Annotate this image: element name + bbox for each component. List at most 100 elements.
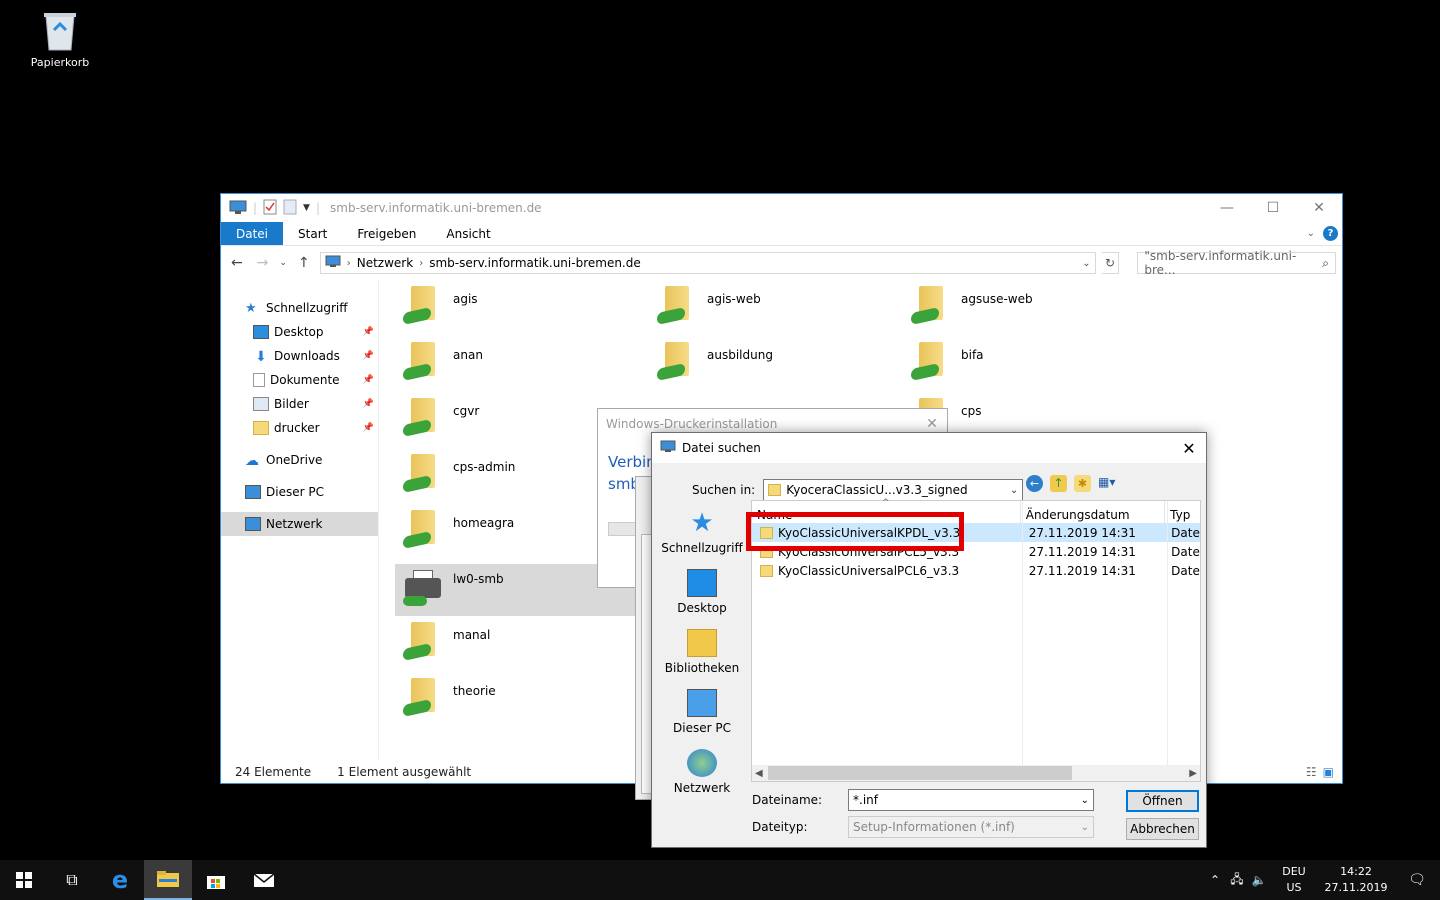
scroll-left-icon[interactable]: ◀ [755, 768, 763, 779]
row-date: 27.11.2019 14:31 [1028, 544, 1136, 559]
window-title: smb-serv.informatik.uni-bremen.de [330, 201, 542, 215]
up-button[interactable]: ↑ [294, 255, 314, 271]
language-code: DEU [1282, 865, 1306, 878]
large-icons-view-icon[interactable]: ▣ [1323, 765, 1334, 779]
pin-icon[interactable]: 📌 [363, 423, 374, 433]
breadcrumb-server[interactable]: smb-serv.informatik.uni-bremen.de [429, 256, 641, 270]
maximize-button[interactable]: ☐ [1250, 194, 1296, 222]
file-label: agis-web [707, 292, 761, 306]
notification-icon[interactable]: 🗨 [1394, 872, 1440, 888]
folder-theorie[interactable]: theorie [395, 676, 635, 728]
properties-icon[interactable] [263, 199, 277, 218]
view-menu-icon[interactable]: ▦▾ [1098, 475, 1122, 492]
computer-icon [229, 200, 247, 217]
nav-network-label: Netzwerk [266, 517, 323, 531]
tab-ansicht[interactable]: Ansicht [431, 222, 505, 245]
pin-icon[interactable]: 📌 [363, 351, 374, 361]
horizontal-scrollbar[interactable]: ◀ ▶ [752, 765, 1200, 781]
nav-item-pictures[interactable]: Bilder 📌 [221, 392, 378, 416]
row-date: 27.11.2019 14:31 [1028, 525, 1136, 540]
folder-manal[interactable]: manal [395, 620, 635, 672]
file-label: manal [453, 628, 491, 642]
input-language[interactable]: DEU US [1276, 864, 1312, 896]
minimize-button[interactable]: — [1204, 194, 1250, 222]
network-tray-icon[interactable]: 🖧 [1226, 870, 1248, 891]
help-icon[interactable]: ? [1323, 226, 1338, 241]
place-libraries[interactable]: Bibliotheken [656, 625, 748, 685]
pin-icon[interactable]: 📌 [363, 327, 374, 337]
breadcrumb-netzwerk[interactable]: Netzwerk [357, 256, 413, 270]
folder-ausbildung[interactable]: ausbildung [649, 340, 889, 392]
chevron-up-icon[interactable]: ⌃ [1204, 873, 1226, 887]
clock-date: 27.11.2019 [1324, 881, 1388, 894]
close-button[interactable]: ✕ [1296, 194, 1342, 222]
task-view-icon[interactable]: ⧉ [48, 860, 96, 900]
filetype-select[interactable]: Setup-Informationen (*.inf) ⌄ [848, 816, 1094, 838]
volume-icon[interactable]: 🔈 [1248, 873, 1270, 887]
folder-bifa[interactable]: bifa [903, 340, 1143, 392]
folder-agsuse-web[interactable]: agsuse-web [903, 284, 1143, 336]
back-icon[interactable]: ← [1026, 475, 1043, 492]
search-placeholder: "smb-serv.informatik.uni-bre... [1144, 249, 1297, 277]
tab-start[interactable]: Start [283, 222, 342, 245]
column-date[interactable]: Änderungsdatum [1021, 501, 1166, 523]
tab-freigeben[interactable]: Freigeben [342, 222, 431, 245]
folder-agis[interactable]: agis [395, 284, 635, 336]
pin-icon[interactable]: 📌 [363, 375, 374, 385]
nav-onedrive[interactable]: ☁ OneDrive [221, 448, 378, 472]
back-button[interactable]: ← [227, 255, 247, 271]
place-desktop[interactable]: Desktop [656, 565, 748, 625]
nav-quick-access[interactable]: ★ Schnellzugriff [221, 296, 378, 320]
expand-ribbon-icon[interactable]: ⌄ [1307, 228, 1315, 239]
recycle-bin-desktop-icon[interactable]: Papierkorb [24, 8, 96, 69]
chevron-down-icon[interactable]: ⌄ [1082, 258, 1090, 269]
column-type[interactable]: Typ [1165, 501, 1200, 523]
nav-item-drucker[interactable]: drucker 📌 [221, 416, 378, 440]
clock[interactable]: 14:22 27.11.2019 [1318, 864, 1394, 896]
network-computer-icon [325, 255, 341, 271]
chevron-down-icon[interactable]: ⌄ [1081, 795, 1089, 806]
look-in-select[interactable]: KyoceraClassicU...v3.3_signed ⌄ [763, 479, 1024, 501]
new-folder-icon[interactable]: ✱ [1074, 475, 1091, 492]
open-button[interactable]: Öffnen [1126, 790, 1199, 812]
place-label: Netzwerk [673, 781, 731, 795]
cancel-button[interactable]: Abbrechen [1126, 818, 1199, 840]
windows-start-icon[interactable] [0, 860, 48, 900]
scroll-thumb[interactable] [768, 766, 1072, 780]
file-label: ausbildung [707, 348, 773, 362]
new-folder-icon[interactable] [283, 199, 297, 218]
pin-icon[interactable]: 📌 [363, 399, 374, 409]
list-item[interactable]: KyoClassicUniversalPCL6_v3.3 27.11.2019 … [752, 561, 1200, 580]
nav-item-desktop[interactable]: Desktop 📌 [221, 320, 378, 344]
close-icon[interactable]: ✕ [917, 416, 947, 432]
tab-datei[interactable]: Datei [221, 222, 284, 245]
nav-this-pc[interactable]: Dieser PC [221, 480, 378, 504]
nav-item-downloads[interactable]: ⬇ Downloads 📌 [221, 344, 378, 368]
edge-browser-icon[interactable]: e [96, 860, 144, 900]
address-input[interactable]: › Netzwerk › smb-serv.informatik.uni-bre… [319, 252, 1096, 274]
place-network[interactable]: Netzwerk [656, 745, 748, 805]
refresh-button[interactable]: ↻ [1101, 252, 1120, 274]
filename-input[interactable]: *.inf ⌄ [848, 789, 1094, 811]
scroll-right-icon[interactable]: ▶ [1189, 768, 1197, 779]
store-icon[interactable] [192, 860, 240, 900]
file-explorer-icon[interactable] [144, 860, 192, 900]
forward-button[interactable]: → [253, 255, 273, 271]
recent-locations-icon[interactable]: ⌄ [278, 258, 288, 268]
dialog-window-icon [660, 440, 676, 456]
nav-item-documents[interactable]: Dokumente 📌 [221, 368, 378, 392]
search-input[interactable]: "smb-serv.informatik.uni-bre... ⌕ [1137, 249, 1336, 277]
place-this-pc[interactable]: Dieser PC [656, 685, 748, 745]
look-in-value: KyoceraClassicU...v3.3_signed [786, 483, 968, 497]
folder-agis-web[interactable]: agis-web [649, 284, 889, 336]
folder-icon [760, 564, 773, 577]
place-quick-access[interactable]: ★ Schnellzugriff [656, 505, 748, 565]
mail-icon[interactable] [240, 860, 288, 900]
details-view-icon[interactable]: ☷ [1306, 765, 1317, 779]
close-button[interactable]: ✕ [1172, 439, 1206, 458]
nav-network[interactable]: Netzwerk [221, 512, 378, 536]
quick-access-dropdown-icon[interactable]: ▼ [303, 203, 310, 213]
shared-folder-icon [401, 620, 441, 668]
folder-anan[interactable]: anan [395, 340, 635, 392]
up-folder-icon[interactable]: ↑ [1050, 475, 1067, 492]
